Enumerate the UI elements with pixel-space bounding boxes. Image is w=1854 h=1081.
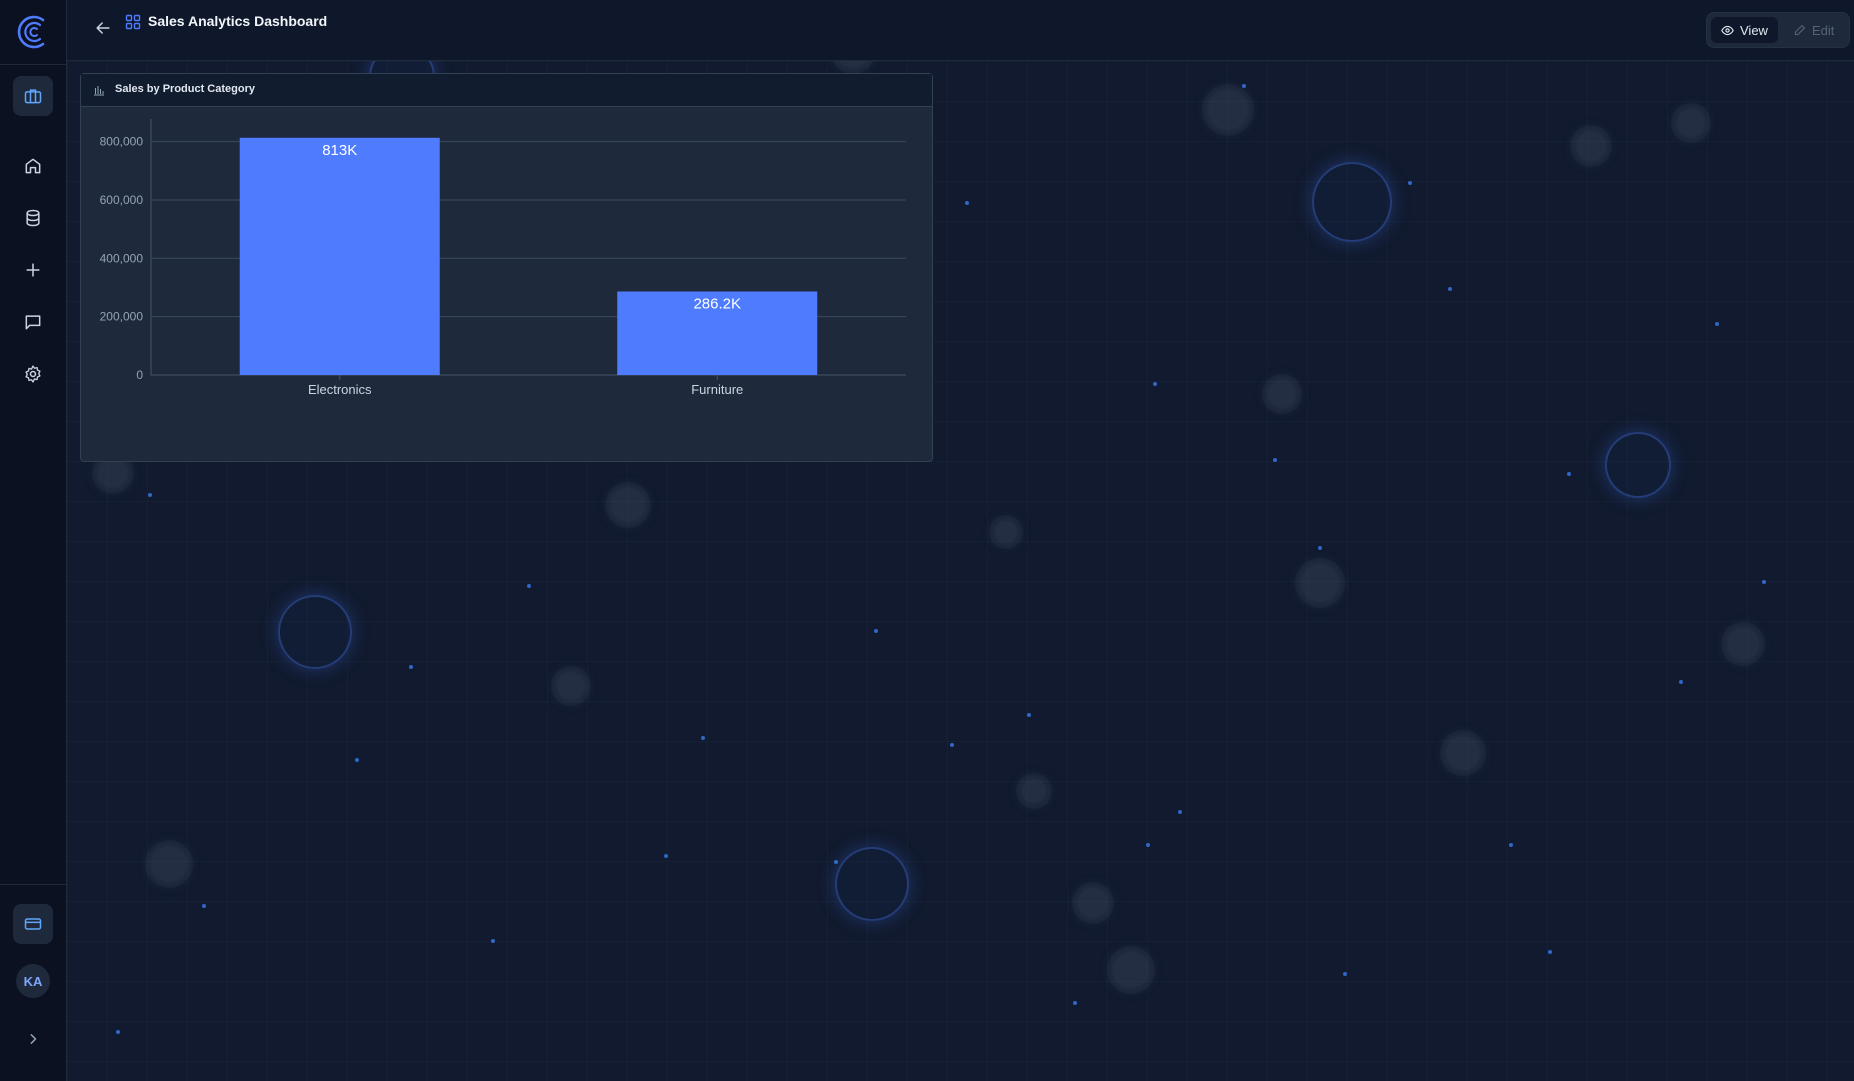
decor-dot	[202, 904, 206, 908]
sidebar-item-database[interactable]	[13, 198, 53, 238]
briefcase-icon	[24, 89, 42, 104]
decor-dot	[1343, 972, 1347, 976]
decor-bubble	[1727, 628, 1759, 660]
sidebar-item-billing[interactable]	[13, 904, 53, 944]
decor-dot	[1153, 382, 1157, 386]
decor-bubble	[557, 672, 585, 700]
decor-dot	[1762, 580, 1766, 584]
decor-bubble	[1268, 380, 1296, 408]
top-bar: Sales Analytics Dashboard View Edit	[67, 0, 1854, 61]
chart-widget[interactable]: Sales by Product Category 0 200,000 400,00…	[80, 73, 933, 462]
decor-bubble	[1677, 109, 1705, 137]
sidebar-item-add[interactable]	[13, 250, 53, 290]
x-tick-label: Furniture	[691, 382, 743, 397]
decor-bubble	[1576, 131, 1606, 161]
decor-bubble	[1078, 888, 1108, 918]
decor-dot	[1448, 287, 1452, 291]
decor-dot	[148, 493, 152, 497]
decor-dot	[1073, 1001, 1077, 1005]
y-tick-label: 600,000	[100, 193, 144, 207]
chat-icon	[25, 315, 41, 330]
decor-dot	[1178, 810, 1182, 814]
decor-bubble	[1301, 564, 1339, 602]
sidebar-item-settings[interactable]	[13, 354, 53, 394]
decor-dot	[491, 939, 495, 943]
decor-dot	[527, 584, 531, 588]
decor-dot	[950, 743, 954, 747]
plus-icon	[26, 263, 40, 277]
avatar[interactable]: KA	[16, 964, 50, 998]
crescent-logo-icon[interactable]	[13, 12, 53, 52]
decor-dot	[834, 860, 838, 864]
edit-mode-button[interactable]: Edit	[1783, 17, 1844, 43]
sidebar-expand-button[interactable]	[13, 1019, 53, 1059]
decor-bubble	[611, 488, 645, 522]
y-tick-label: 0	[136, 368, 143, 382]
decor-dot	[1509, 843, 1513, 847]
sidebar-divider	[0, 64, 66, 65]
view-mode-label: View	[1740, 22, 1768, 38]
sidebar: KA	[0, 0, 67, 1081]
bar-chart-icon	[94, 86, 104, 96]
widget-title: Sales by Product Category	[115, 83, 255, 95]
widget-header[interactable]: Sales by Product Category	[81, 74, 932, 107]
page-title: Sales Analytics Dashboard	[148, 13, 328, 29]
decor-dot	[1548, 950, 1552, 954]
decor-dot	[1318, 546, 1322, 550]
sidebar-item-home[interactable]	[13, 146, 53, 186]
decor-dot	[1146, 843, 1150, 847]
decor-dot	[1027, 713, 1031, 717]
gear-icon	[25, 365, 41, 383]
bar-data-label: 813K	[322, 142, 357, 159]
decor-dot	[1715, 322, 1719, 326]
decor-bubble	[1446, 736, 1480, 770]
y-tick-label: 800,000	[100, 135, 144, 149]
view-mode-button[interactable]: View	[1711, 17, 1778, 43]
pencil-icon	[1794, 24, 1805, 35]
decor-dot	[116, 1030, 120, 1034]
sidebar-item-briefcase[interactable]	[13, 76, 53, 116]
mode-toggle: View Edit	[1706, 12, 1850, 48]
bar-data-label: 286.2K	[693, 295, 741, 312]
decor-dot	[355, 758, 359, 762]
decor-dot	[1242, 84, 1246, 88]
decor-dot	[965, 201, 969, 205]
decor-dot	[1567, 472, 1571, 476]
decor-dot	[1273, 458, 1277, 462]
decor-bubble	[1312, 162, 1392, 242]
decor-bubble	[1022, 779, 1046, 803]
sidebar-item-chat[interactable]	[13, 302, 53, 342]
decor-bubble	[1208, 90, 1248, 130]
credit-card-icon	[24, 918, 42, 930]
decor-dot	[409, 665, 413, 669]
dashboard-grid-icon	[125, 14, 141, 30]
chevron-right-icon	[30, 1034, 37, 1044]
edit-mode-label: Edit	[1812, 22, 1835, 38]
decor-dot	[1679, 680, 1683, 684]
decor-bubble	[98, 458, 128, 488]
decor-dot	[701, 736, 705, 740]
decor-bubble	[995, 521, 1017, 543]
x-tick-label: Electronics	[308, 382, 372, 397]
decor-bubble	[278, 595, 352, 669]
y-tick-label: 400,000	[100, 251, 144, 265]
bar	[239, 137, 440, 375]
decor-dot	[874, 629, 878, 633]
decor-dot	[1408, 181, 1412, 185]
decor-bubble	[1113, 952, 1149, 988]
database-icon	[26, 209, 40, 227]
decor-bubble	[151, 846, 187, 882]
decor-bubble	[835, 847, 909, 921]
home-icon	[25, 158, 41, 174]
eye-icon	[1721, 25, 1734, 35]
decor-dot	[664, 854, 668, 858]
sidebar-divider	[0, 884, 66, 885]
decor-bubble	[1605, 432, 1671, 498]
bar-chart: 0 200,000 400,000 600,000 800,000 813K Electro…	[100, 119, 906, 397]
back-arrow-icon[interactable]	[93, 18, 113, 38]
y-tick-label: 200,000	[100, 310, 144, 324]
